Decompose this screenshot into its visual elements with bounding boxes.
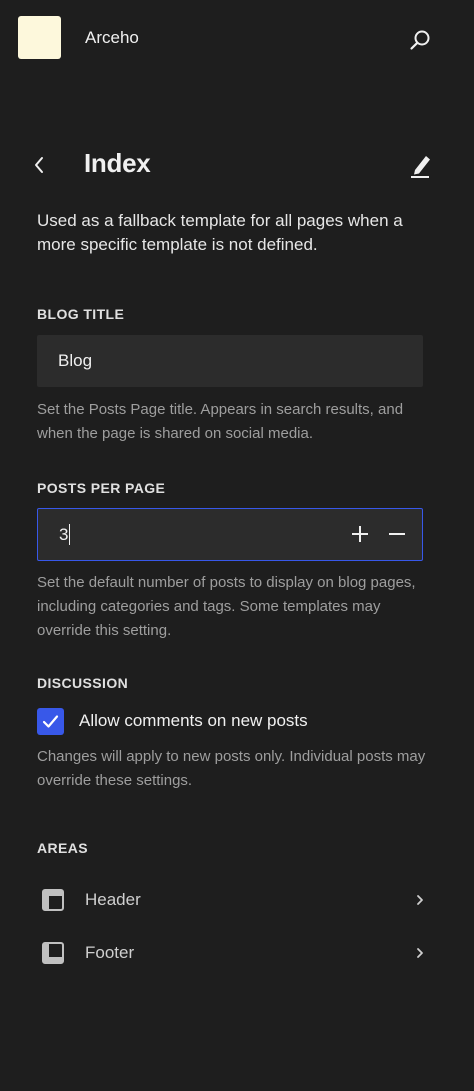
area-label: Header <box>85 890 141 909</box>
template-description: Used as a fallback template for all page… <box>37 211 403 254</box>
increment-button[interactable] <box>347 521 373 547</box>
site-logo[interactable] <box>18 16 61 59</box>
allow-comments-label[interactable]: Allow comments on new posts <box>79 711 308 731</box>
posts-per-page-input[interactable]: 3 <box>37 508 423 561</box>
layout-icon <box>42 889 64 911</box>
allow-comments-checkbox[interactable] <box>37 708 64 735</box>
page-title: Index <box>84 148 151 178</box>
area-item-header[interactable]: Header <box>37 880 437 920</box>
chevron-right-icon <box>417 895 423 905</box>
areas-label: AREAS <box>37 840 89 856</box>
chevron-right-icon <box>417 948 423 958</box>
blog-title-help: Set the Posts Page title. Appears in sea… <box>37 401 404 442</box>
discussion-help: Changes will apply to new posts only. In… <box>37 748 426 789</box>
decrement-button[interactable] <box>384 521 410 547</box>
layout-icon <box>42 942 64 964</box>
posts-per-page-value: 3 <box>59 525 69 544</box>
checkmark-icon <box>42 715 59 728</box>
text-caret <box>69 524 70 545</box>
top-bar: Arceho <box>0 0 474 80</box>
area-item-footer[interactable]: Footer <box>37 933 437 973</box>
pencil-icon <box>411 156 430 178</box>
blog-title-input[interactable]: Blog <box>37 335 423 387</box>
posts-per-page-help: Set the default number of posts to displ… <box>37 574 416 639</box>
plus-icon <box>352 526 368 542</box>
search-button[interactable] <box>404 24 436 56</box>
blog-title-label: BLOG TITLE <box>37 306 125 322</box>
template-header: Index <box>0 140 474 192</box>
area-label: Footer <box>85 943 135 962</box>
back-button[interactable] <box>28 152 52 178</box>
discussion-label: DISCUSSION <box>37 675 129 691</box>
chevron-left-icon <box>35 157 43 173</box>
minus-icon <box>389 533 405 535</box>
posts-per-page-label: POSTS PER PAGE <box>37 480 166 496</box>
search-icon <box>410 30 430 50</box>
site-name[interactable]: Arceho <box>85 28 139 48</box>
edit-button[interactable] <box>405 150 435 180</box>
